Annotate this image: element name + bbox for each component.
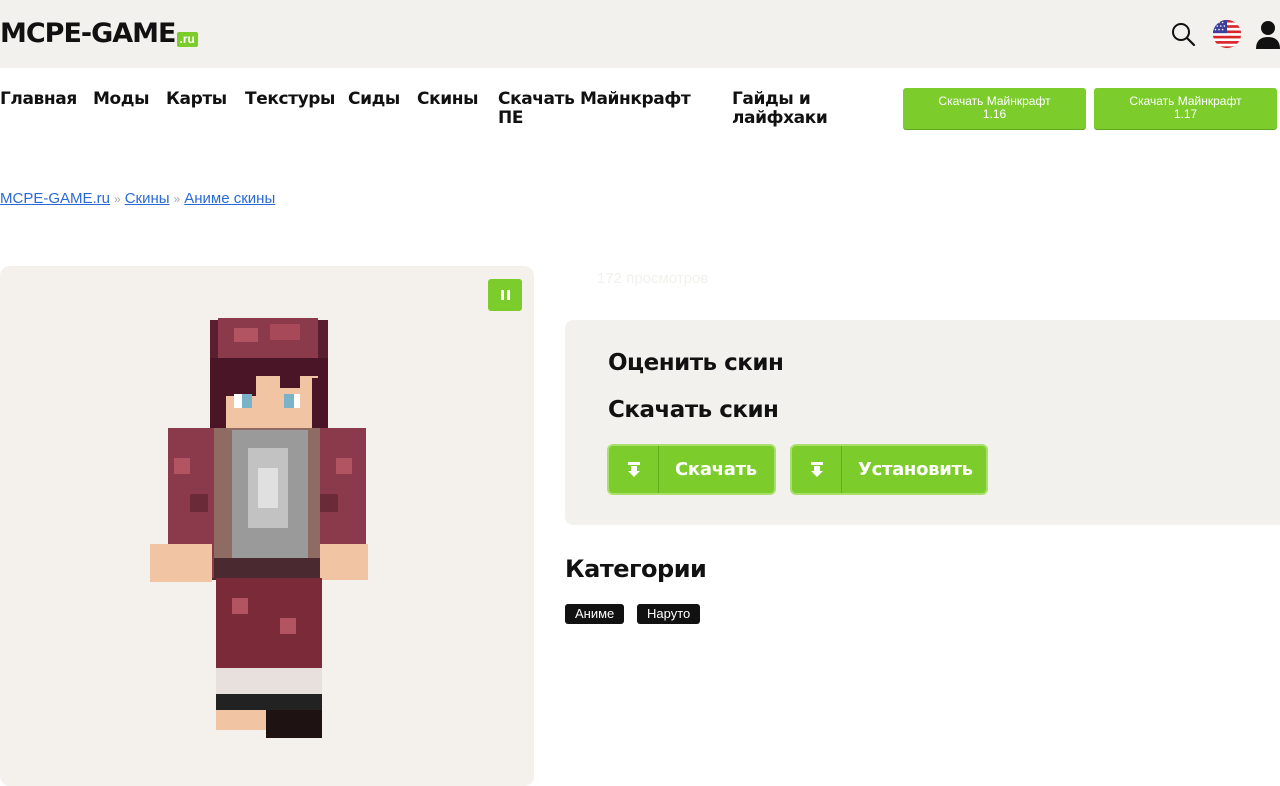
rate-skin-heading: Оценить скин xyxy=(608,350,784,376)
nav-item-maps[interactable]: Карты xyxy=(166,90,227,109)
breadcrumb: MCPE-GAME.ru» Скины» Аниме скины xyxy=(0,190,275,207)
pause-icon-bar xyxy=(506,290,510,300)
nav-item-mods[interactable]: Моды xyxy=(93,90,150,109)
logo-text: MCPE-GAME xyxy=(0,18,176,49)
download-1-17-button[interactable]: Скачать Майнкрафт 1.17 xyxy=(1094,88,1277,129)
top-header: MCPE-GAME .ru xyxy=(0,0,1280,68)
breadcrumb-skins[interactable]: Скины xyxy=(125,190,170,207)
nav-item-seeds[interactable]: Сиды xyxy=(348,90,400,109)
install-icon xyxy=(792,446,842,493)
download-1-16-button[interactable]: Скачать Майнкрафт 1.16 xyxy=(903,88,1086,129)
categories-heading: Категории xyxy=(565,555,707,583)
download-icon xyxy=(609,446,659,493)
breadcrumb-separator: » xyxy=(173,192,181,206)
header-icons xyxy=(1168,14,1280,54)
views-count: 172 просмотров xyxy=(597,270,709,287)
pause-animation-button[interactable] xyxy=(488,279,522,311)
main-nav: Главная Моды Карты Текстуры Сиды Скины С… xyxy=(0,68,1280,138)
site-logo[interactable]: MCPE-GAME .ru xyxy=(0,18,198,50)
skin-model-image xyxy=(150,318,368,738)
nav-item-download-pe[interactable]: Скачать Майнкрафт ПЕ xyxy=(498,90,691,128)
tag-anime[interactable]: Аниме xyxy=(565,604,625,624)
download-button-label: Скачать xyxy=(675,459,757,480)
nav-item-guides[interactable]: Гайды и лайфхаки xyxy=(732,90,828,128)
breadcrumb-home[interactable]: MCPE-GAME.ru xyxy=(0,190,110,207)
install-button[interactable]: Установить xyxy=(790,444,988,495)
pause-icon xyxy=(500,290,504,300)
user-icon[interactable] xyxy=(1256,16,1280,52)
install-button-label: Установить xyxy=(858,459,973,480)
logo-tld: .ru xyxy=(176,32,198,47)
nav-item-home[interactable]: Главная xyxy=(0,90,77,109)
tag-naruto[interactable]: Наруто xyxy=(637,604,701,624)
download-skin-heading: Скачать скин xyxy=(608,397,779,423)
us-flag-icon[interactable] xyxy=(1212,16,1242,52)
breadcrumb-anime-skins[interactable]: Аниме скины xyxy=(184,190,275,207)
nav-item-textures[interactable]: Текстуры xyxy=(245,90,335,109)
nav-item-skins[interactable]: Скины xyxy=(417,90,478,109)
search-icon[interactable] xyxy=(1168,16,1198,52)
download-button[interactable]: Скачать xyxy=(607,444,776,495)
breadcrumb-separator: » xyxy=(114,192,121,206)
